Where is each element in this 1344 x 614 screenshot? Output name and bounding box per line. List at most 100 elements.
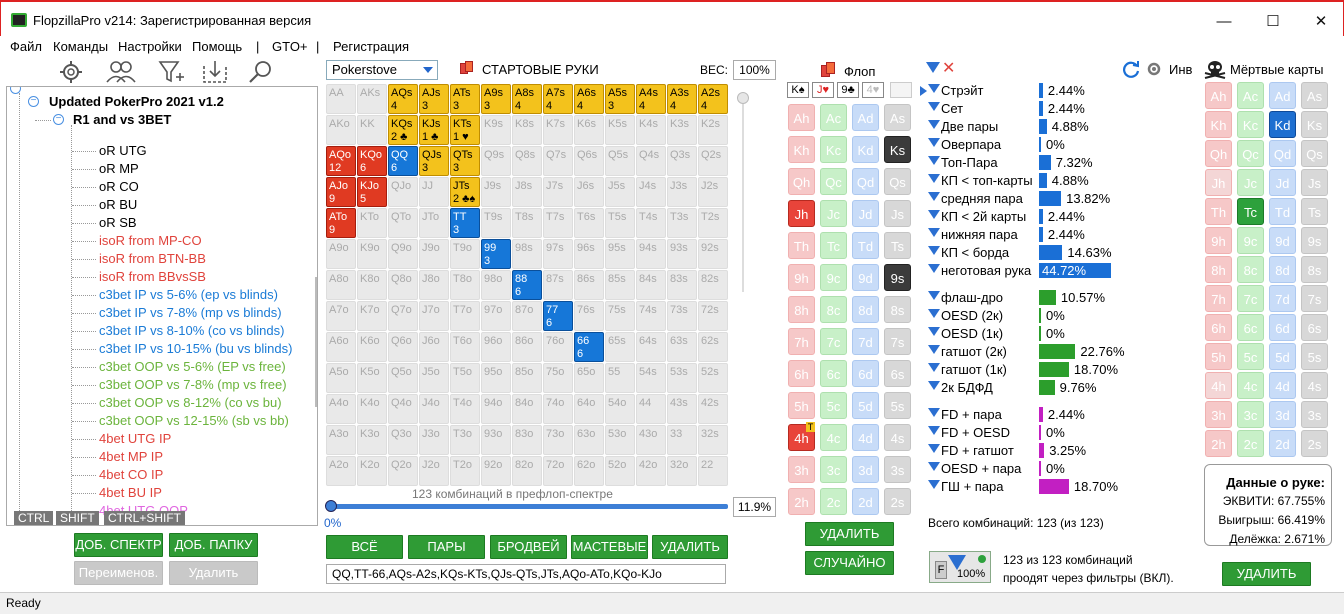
card-Kh[interactable]: Kh	[788, 136, 815, 163]
hand-cell[interactable]: A7o	[326, 301, 356, 331]
hand-cell[interactable]: A6o	[326, 332, 356, 362]
card-9d[interactable]: 9d	[852, 264, 879, 291]
tree-scrollbar[interactable]	[315, 277, 317, 407]
tree-range-item[interactable]: c3bet IP vs 5-6% (ep vs blinds)	[99, 287, 278, 303]
hand-cell[interactable]: 94s	[636, 239, 666, 269]
menu-settings[interactable]: Настройки	[118, 39, 182, 54]
card-Ts[interactable]: Ts	[884, 232, 911, 259]
hand-cell[interactable]: J6s	[574, 177, 604, 207]
filter-icon[interactable]	[926, 62, 940, 73]
card-Jh[interactable]: Jh	[1205, 169, 1232, 196]
card-7s[interactable]: 7s	[884, 328, 911, 355]
hand-cell[interactable]: T6o	[450, 332, 480, 362]
tree-range-item[interactable]: isoR from BBvsSB	[99, 269, 206, 285]
hand-cell[interactable]: 54o	[605, 394, 635, 424]
card-Js[interactable]: Js	[884, 200, 911, 227]
filter-icon[interactable]	[928, 345, 940, 354]
filter-icon[interactable]	[928, 102, 940, 111]
tree-range-item[interactable]: isoR from MP-CO	[99, 233, 202, 249]
play-icon[interactable]	[920, 86, 927, 96]
card-Qc[interactable]: Qc	[1237, 140, 1264, 167]
hand-cell[interactable]: Q6s	[574, 146, 604, 176]
hand-cell[interactable]: J3o	[419, 425, 449, 455]
hand-cell[interactable]: 92o	[481, 456, 511, 486]
hand-cell[interactable]: 86s	[574, 270, 604, 300]
tree-range-item[interactable]: c3bet OOP vs 5-6% (EP vs free)	[99, 359, 286, 375]
card-2s[interactable]: 2s	[884, 488, 911, 515]
filter-icon[interactable]	[928, 156, 940, 165]
card-Qs[interactable]: Qs	[884, 168, 911, 195]
hand-cell[interactable]: KTo	[357, 208, 387, 238]
hand-cell[interactable]: Q3s	[667, 146, 697, 176]
tree-range-item[interactable]: c3bet IP vs 8-10% (co vs blinds)	[99, 323, 284, 339]
card-6d[interactable]: 6d	[852, 360, 879, 387]
tree-range-item[interactable]: 4bet MP IP	[99, 449, 163, 465]
stat-row[interactable]: нижняя пара 2.44%	[928, 226, 1198, 244]
hand-cell[interactable]: Q7o	[388, 301, 418, 331]
delete-button[interactable]: Удалить	[169, 561, 258, 585]
card-4h[interactable]: 4h	[1205, 372, 1232, 399]
hand-cell[interactable]: A5s 3	[605, 84, 635, 114]
card-Td[interactable]: Td	[852, 232, 879, 259]
card-Ts[interactable]: Ts	[1301, 198, 1328, 225]
inverse-label[interactable]: Инв	[1169, 62, 1192, 77]
hand-cell[interactable]: QJs 3	[419, 146, 449, 176]
hand-cell[interactable]: Q6o	[388, 332, 418, 362]
card-2s[interactable]: 2s	[1301, 430, 1328, 457]
hand-cell[interactable]: 66 6	[574, 332, 604, 362]
hand-cell[interactable]: ATs 3	[450, 84, 480, 114]
hand-cell[interactable]: K7o	[357, 301, 387, 331]
tree-range-item[interactable]: c3bet IP vs 7-8% (mp vs blinds)	[99, 305, 282, 321]
card-8c[interactable]: 8c	[820, 296, 847, 323]
tree-range-item[interactable]: oR SB	[99, 215, 137, 231]
stat-row[interactable]: OESD (1к) 0%	[928, 325, 1198, 343]
filter-icon[interactable]	[928, 246, 940, 255]
range-tree[interactable]: − − Updated PokerPro 2021 v1.2 − R1 and …	[6, 86, 318, 526]
hand-cell[interactable]: K2o	[357, 456, 387, 486]
hand-cell[interactable]: KJo 5	[357, 177, 387, 207]
card-2c[interactable]: 2c	[1237, 430, 1264, 457]
hand-cell[interactable]: 84o	[512, 394, 542, 424]
hand-cell[interactable]: J2s	[698, 177, 728, 207]
hand-cell[interactable]: K8o	[357, 270, 387, 300]
hand-cell[interactable]: K3o	[357, 425, 387, 455]
hand-cell[interactable]: 62s	[698, 332, 728, 362]
hand-cell[interactable]: 97o	[481, 301, 511, 331]
card-6h[interactable]: 6h	[1205, 314, 1232, 341]
hand-cell[interactable]: Q7s	[543, 146, 573, 176]
card-5s[interactable]: 5s	[1301, 343, 1328, 370]
hand-cell[interactable]: 83o	[512, 425, 542, 455]
filter-icon[interactable]	[928, 444, 940, 453]
tree-range-item[interactable]: 4bet BU IP	[99, 485, 162, 501]
hand-cell[interactable]: 43o	[636, 425, 666, 455]
hand-cell[interactable]: 44	[636, 394, 666, 424]
pairs-button[interactable]: ПАРЫ	[408, 535, 485, 559]
card-Kd[interactable]: Kd	[1269, 111, 1296, 138]
hand-cell[interactable]: 63s	[667, 332, 697, 362]
import-icon[interactable]	[200, 58, 230, 86]
filter-icon[interactable]	[928, 327, 940, 336]
tree-range-item[interactable]: c3bet OOP vs 12-15% (sb vs bb)	[99, 413, 289, 429]
hand-cell[interactable]: 55	[605, 363, 635, 393]
range-percent-input[interactable]: 11.9%	[733, 497, 776, 517]
users-icon[interactable]	[104, 58, 136, 86]
hand-cell[interactable]: 73o	[543, 425, 573, 455]
hand-cell[interactable]: 63o	[574, 425, 604, 455]
hand-cell[interactable]: 97s	[543, 239, 573, 269]
hand-cell[interactable]: 32s	[698, 425, 728, 455]
menu-registration[interactable]: Регистрация	[333, 39, 409, 54]
hand-cell[interactable]: 82o	[512, 456, 542, 486]
card-3d[interactable]: 3d	[1269, 401, 1296, 428]
card-6c[interactable]: 6c	[1237, 314, 1264, 341]
hand-cell[interactable]: A3o	[326, 425, 356, 455]
card-Jc[interactable]: Jc	[1237, 169, 1264, 196]
hand-cell[interactable]: 82s	[698, 270, 728, 300]
clear-range-button[interactable]: УДАЛИТЬ	[652, 535, 728, 559]
stat-row[interactable]: OESD + пара 0%	[928, 460, 1198, 478]
card-7d[interactable]: 7d	[852, 328, 879, 355]
card-Qh[interactable]: Qh	[1205, 140, 1232, 167]
tree-range-item[interactable]: oR UTG	[99, 143, 147, 159]
gear-icon[interactable]	[56, 58, 86, 86]
hand-cell[interactable]: ATo 9	[326, 208, 356, 238]
stat-row[interactable]: FD + гатшот 3.25%	[928, 442, 1198, 460]
